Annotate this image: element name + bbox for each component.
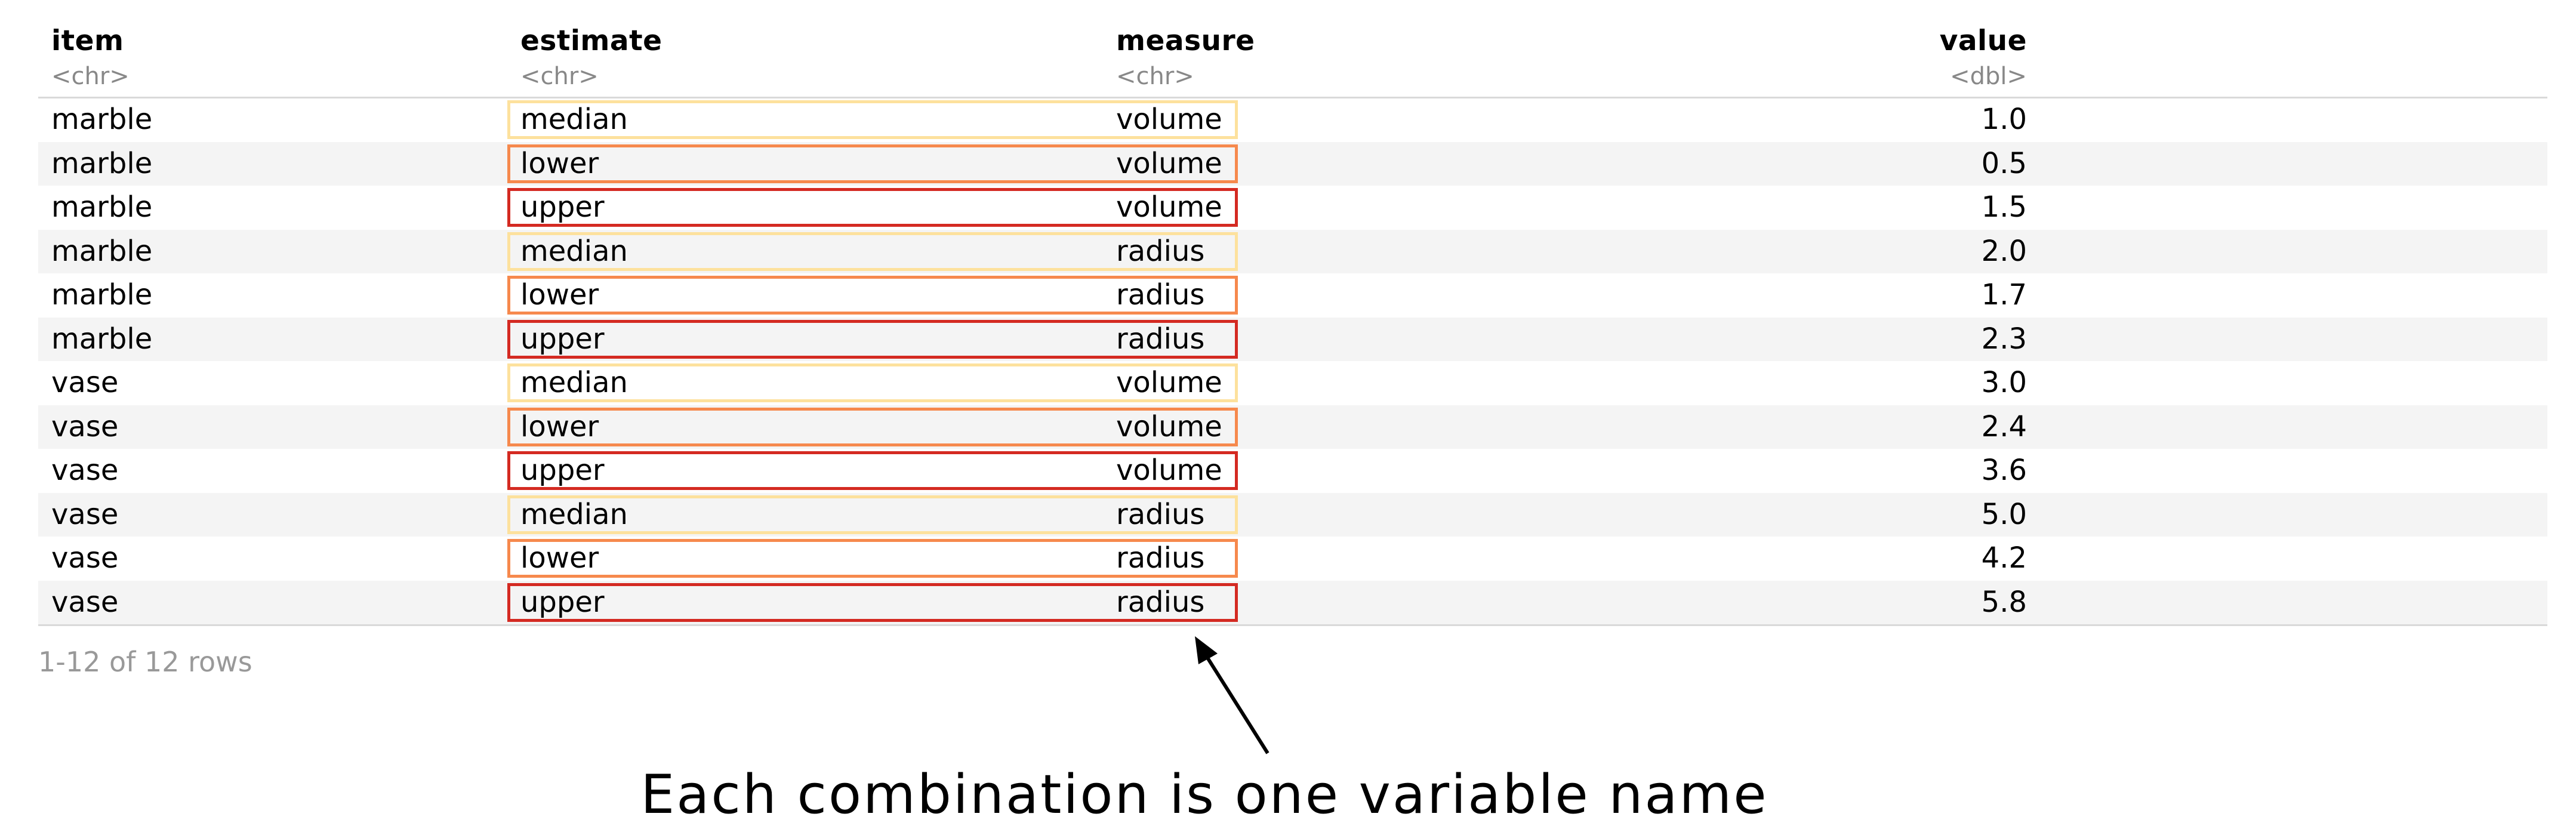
cell-estimate: upper [520,585,605,619]
column-type: <chr> [1116,63,1194,90]
column-header-estimate[interactable]: estimate <chr> [520,21,662,92]
cell-value: 4.2 [1981,541,2027,575]
cell-item: marble [51,190,153,224]
cell-item: vase [51,454,119,487]
table-row[interactable]: vase lower radius 4.2 [38,537,2547,581]
table-row[interactable]: vase upper radius 5.8 [38,580,2547,624]
table-row[interactable]: vase lower volume 2.4 [38,405,2547,449]
cell-item: marble [51,322,153,356]
cell-item: marble [51,234,153,268]
cell-estimate: upper [520,190,605,224]
cell-measure: volume [1116,146,1222,180]
cell-value: 2.4 [1981,409,2027,443]
table-row[interactable]: marble lower volume 0.5 [38,141,2547,186]
cell-estimate: median [520,366,628,399]
cell-measure: volume [1116,366,1222,399]
cell-estimate: upper [520,454,605,487]
cell-measure: volume [1116,103,1222,136]
arrow-shaft [1203,652,1269,754]
cell-measure: radius [1116,322,1205,356]
cell-item: vase [51,497,119,531]
table-row[interactable]: marble median radius 2.0 [38,229,2547,273]
cell-estimate: lower [520,278,599,312]
cell-item: vase [51,585,119,619]
table-body: marble median volume 1.0 marble lower volume 0.… [38,98,2547,624]
cell-measure: radius [1116,585,1205,619]
column-type: <dbl> [1950,63,2027,90]
table-row[interactable]: marble upper volume 1.5 [38,186,2547,230]
cell-value: 1.0 [1981,103,2027,136]
cell-estimate: median [520,234,628,268]
cell-value: 5.8 [1981,585,2027,619]
column-name: measure [1116,24,1255,57]
cell-value: 0.5 [1981,146,2027,180]
cell-measure: volume [1116,409,1222,443]
cell-value: 5.0 [1981,497,2027,531]
table-row[interactable]: vase median volume 3.0 [38,361,2547,405]
column-name: item [51,24,124,57]
cell-measure: radius [1116,497,1205,531]
annotation-caption: Each combination is one variable name [640,763,1768,826]
cell-estimate: median [520,497,628,531]
cell-value: 3.6 [1981,454,2027,487]
column-name: estimate [520,24,663,57]
cell-estimate: median [520,103,628,136]
column-header-item[interactable]: item <chr> [51,21,130,92]
cell-item: marble [51,146,153,180]
cell-item: marble [51,278,153,312]
cell-measure: radius [1116,278,1205,312]
table-row[interactable]: marble upper radius 2.3 [38,317,2547,361]
column-type: <chr> [520,63,599,90]
cell-value: 3.0 [1981,366,2027,399]
column-header-value[interactable]: value <dbl> [1940,21,2027,92]
cell-measure: radius [1116,234,1205,268]
cell-item: vase [51,541,119,575]
cell-estimate: upper [520,322,605,356]
table-row[interactable]: vase median radius 5.0 [38,492,2547,537]
cell-value: 2.3 [1981,322,2027,356]
table-row[interactable]: vase upper volume 3.6 [38,449,2547,493]
cell-value: 2.0 [1981,234,2027,268]
cell-estimate: lower [520,541,599,575]
cell-value: 1.7 [1981,278,2027,312]
column-header-measure[interactable]: measure <chr> [1116,21,1255,92]
cell-item: vase [51,366,119,399]
table-row[interactable]: marble lower radius 1.7 [38,273,2547,318]
table-bottom-divider [38,624,2547,626]
cell-estimate: lower [520,409,599,443]
cell-value: 1.5 [1981,190,2027,224]
cell-measure: radius [1116,541,1205,575]
data-table: item <chr> estimate <chr> measure <chr> … [38,21,2547,626]
column-type: <chr> [51,63,130,90]
cell-measure: volume [1116,454,1222,487]
row-count-footer: 1-12 of 12 rows [38,646,252,678]
table-row[interactable]: marble median volume 1.0 [38,98,2547,142]
cell-estimate: lower [520,146,599,180]
cell-item: vase [51,409,119,443]
cell-measure: volume [1116,190,1222,224]
cell-item: marble [51,103,153,136]
column-name: value [1939,24,2027,57]
table-header: item <chr> estimate <chr> measure <chr> … [38,21,2547,98]
arrow-head [1195,636,1218,664]
